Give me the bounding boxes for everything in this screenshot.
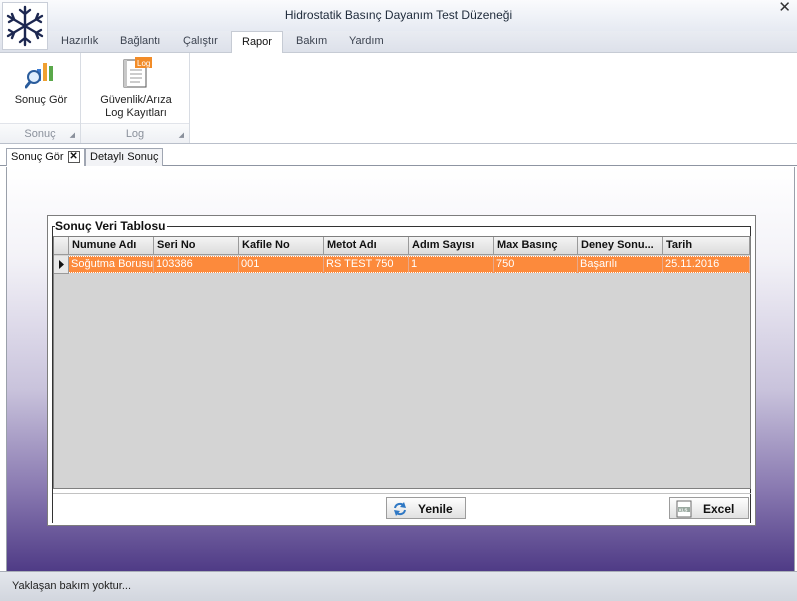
dialog-launcher-icon[interactable]: ◢ bbox=[179, 131, 184, 139]
tab-baglanti[interactable]: Bağlantı bbox=[120, 35, 160, 47]
tab-yardim[interactable]: Yardım bbox=[349, 35, 384, 47]
tab-rapor[interactable]: Rapor bbox=[231, 31, 283, 54]
column-header-metot-adi[interactable]: Metot Adı bbox=[324, 237, 409, 255]
cell-numune-adi: Soğutma Borusu bbox=[69, 257, 154, 273]
panel-title: Sonuç Veri Tablosu bbox=[55, 219, 168, 233]
ribbon-tab-bar: Hazırlık Bağlantı Çalıştır Rapor Bakım Y… bbox=[0, 31, 797, 54]
tab-bakim[interactable]: Bakım bbox=[296, 35, 327, 47]
title-bar: Hidrostatik Basınç Dayanım Test Düzeneği… bbox=[0, 0, 797, 31]
dialog-launcher-icon[interactable]: ◢ bbox=[70, 131, 75, 139]
column-header-max-basinc[interactable]: Max Basınç bbox=[494, 237, 578, 255]
ribbon-group-log: Log Güvenlik/Arıza Log Kayıtları Log ◢ bbox=[81, 53, 190, 143]
refresh-icon bbox=[392, 501, 408, 520]
column-header-tarih[interactable]: Tarih bbox=[663, 237, 750, 255]
window-title: Hidrostatik Basınç Dayanım Test Düzeneği bbox=[284, 8, 513, 22]
excel-file-icon: XLS bbox=[675, 500, 693, 521]
svg-text:Log: Log bbox=[137, 59, 150, 68]
sonuc-gor-button[interactable]: Sonuç Gör bbox=[10, 57, 72, 107]
cell-kafile-no: 001 bbox=[239, 257, 324, 273]
cell-adim-sayisi: 1 bbox=[409, 257, 494, 273]
doc-tab-detayli-sonuc[interactable]: Detaylı Sonuç bbox=[85, 148, 164, 166]
current-row-arrow-icon bbox=[59, 260, 64, 269]
results-grid[interactable]: Numune Adı Seri No Kafile No Metot Adı A… bbox=[53, 236, 751, 489]
tab-calistir[interactable]: Çalıştır bbox=[183, 35, 218, 47]
magnifier-chart-icon bbox=[24, 57, 57, 89]
doc-tab-label: Sonuç Gör bbox=[11, 151, 64, 163]
group-label-log: Log bbox=[125, 128, 145, 140]
cell-seri-no: 103386 bbox=[154, 257, 239, 273]
group-label-sonuc: Sonuç bbox=[24, 128, 56, 140]
refresh-label: Yenile bbox=[418, 502, 453, 516]
guvenlik-label-line1: Güvenlik/Arıza bbox=[100, 94, 172, 106]
close-button[interactable]: ✕ bbox=[778, 0, 791, 15]
panel-button-bar: Yenile XLS Excel bbox=[53, 493, 751, 521]
ribbon-panel: Sonuç Gör Sonuç ◢ Log Güvenlik/Arıza Log bbox=[0, 53, 797, 144]
column-header-kafile-no[interactable]: Kafile No bbox=[239, 237, 324, 255]
refresh-button[interactable]: Yenile bbox=[386, 497, 466, 519]
column-header-seri-no[interactable]: Seri No bbox=[154, 237, 239, 255]
cell-metot-adi: RS TEST 750 bbox=[324, 257, 409, 273]
tab-hazirlik[interactable]: Hazırlık bbox=[61, 35, 98, 47]
status-text: Yaklaşan bakım yoktur... bbox=[12, 580, 132, 592]
document-tab-bar: Sonuç Gör ✕ Detaylı Sonuç bbox=[0, 144, 797, 166]
table-row[interactable]: Soğutma Borusu 103386 001 RS TEST 750 1 … bbox=[69, 256, 750, 273]
row-selector[interactable] bbox=[54, 256, 69, 274]
guvenlik-log-button[interactable]: Log Güvenlik/Arıza Log Kayıtları bbox=[87, 57, 185, 120]
excel-button[interactable]: XLS Excel bbox=[669, 497, 749, 519]
close-tab-icon[interactable]: ✕ bbox=[67, 151, 80, 163]
sonuc-gor-label: Sonuç Gör bbox=[14, 94, 68, 106]
doc-tab-sonuc-gor[interactable]: Sonuç Gör ✕ bbox=[6, 148, 85, 166]
header-corner bbox=[54, 237, 69, 255]
ribbon-group-sonuc: Sonuç Gör Sonuç ◢ bbox=[0, 53, 81, 143]
log-document-icon: Log bbox=[120, 57, 152, 89]
results-panel: Sonuç Veri Tablosu Numune Adı Seri No Ka… bbox=[47, 215, 756, 526]
grid-header: Numune Adı Seri No Kafile No Metot Adı A… bbox=[54, 237, 750, 255]
snowflake-app-icon[interactable] bbox=[2, 2, 48, 50]
column-header-deney-sonucu[interactable]: Deney Sonu... bbox=[578, 237, 663, 255]
cell-tarih: 25.11.2016 bbox=[663, 257, 750, 273]
doc-tab-label: Detaylı Sonuç bbox=[90, 151, 159, 163]
svg-text:XLS: XLS bbox=[679, 507, 688, 512]
excel-label: Excel bbox=[703, 502, 735, 516]
guvenlik-label-line2: Log Kayıtları bbox=[105, 107, 167, 119]
column-header-adim-sayisi[interactable]: Adım Sayısı bbox=[409, 237, 494, 255]
cell-deney-sonucu: Başarılı bbox=[578, 257, 663, 273]
cell-max-basinc: 750 bbox=[494, 257, 578, 273]
status-bar: Yaklaşan bakım yoktur... bbox=[0, 571, 797, 601]
column-header-numune-adi[interactable]: Numune Adı bbox=[69, 237, 154, 255]
workspace: Sonuç Veri Tablosu Numune Adı Seri No Ka… bbox=[6, 167, 795, 571]
